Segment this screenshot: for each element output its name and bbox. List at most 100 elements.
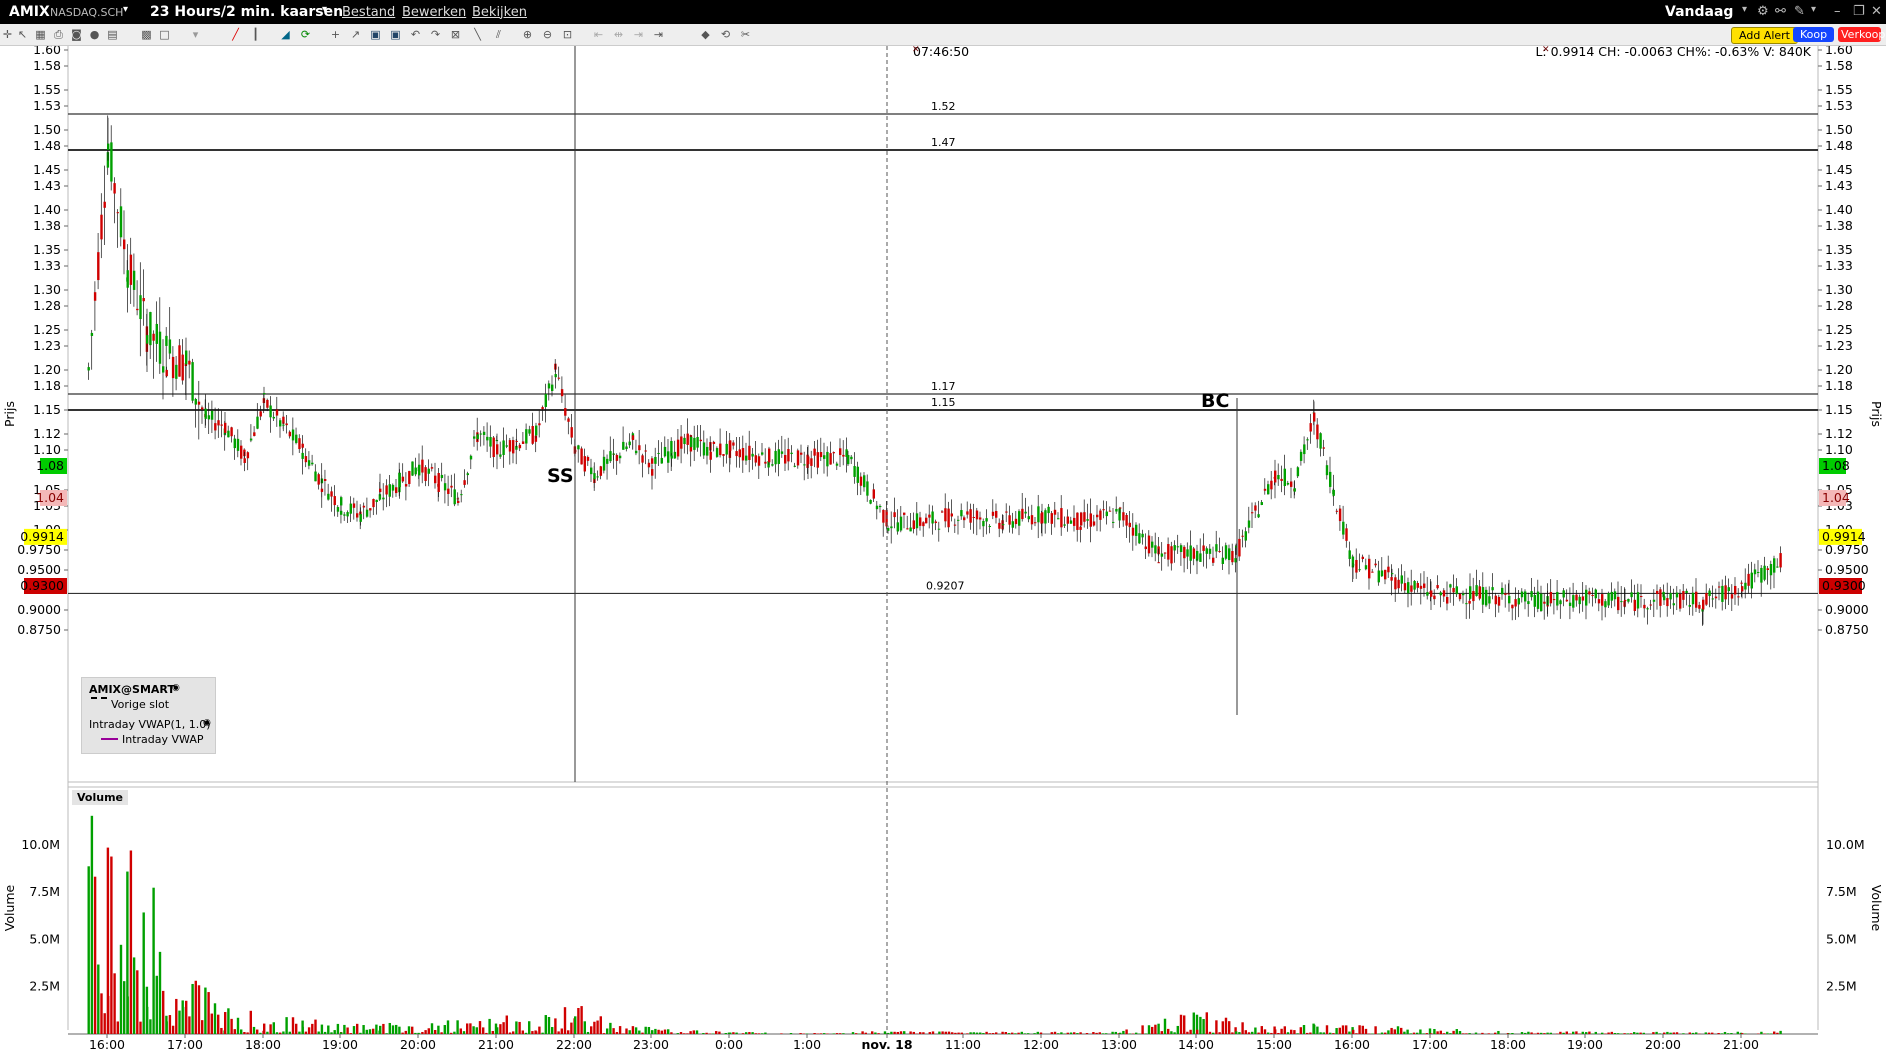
camera-icon[interactable]: ◙ — [71, 29, 82, 40]
candle-body — [903, 512, 906, 515]
sell-button[interactable]: Verkoop — [1838, 27, 1885, 42]
menu-bestand[interactable]: Bestand — [342, 5, 395, 20]
layout-icon[interactable]: ▩ — [141, 29, 152, 40]
candle-body — [982, 521, 985, 527]
candle-body — [1112, 521, 1115, 523]
buy-button[interactable]: Koop — [1793, 27, 1835, 42]
candle-body — [803, 464, 806, 466]
candle-body — [1141, 533, 1144, 538]
area-chart-icon[interactable]: ◢ — [280, 29, 291, 40]
volume-bar — [1205, 1012, 1208, 1034]
volume-bar — [1425, 1033, 1428, 1034]
candle-body — [683, 437, 686, 445]
channel-tool-icon[interactable]: ⫽ — [493, 29, 504, 40]
volume-bar — [437, 1025, 440, 1034]
candle-body — [686, 433, 689, 445]
menu-bekijken[interactable]: Bekijken — [472, 5, 527, 20]
text-tool-icon[interactable]: ▣ — [370, 29, 381, 40]
volume-bar — [100, 993, 103, 1034]
close-icon[interactable]: ✕ — [1871, 4, 1882, 19]
volume-bar — [1283, 1026, 1286, 1034]
crosshair-icon[interactable]: ✛ — [2, 29, 13, 40]
volume-bar — [330, 1032, 333, 1034]
candle-body — [859, 476, 863, 486]
volume-bar — [1776, 1032, 1779, 1034]
volume-bar — [1672, 1032, 1675, 1034]
candle-body — [463, 480, 466, 485]
bar-chart-icon[interactable]: ┃ — [250, 29, 261, 40]
candle-body — [1705, 592, 1708, 605]
restore-icon[interactable]: ❐ — [1853, 4, 1865, 19]
period-selector[interactable]: 23 Hours/2 min. kaarsen — [150, 4, 343, 20]
print-icon[interactable]: ⎙ — [53, 29, 64, 40]
symbol-label[interactable]: AMIX — [9, 4, 50, 20]
add-alert-button[interactable]: Add Alert — [1731, 27, 1798, 44]
time-tick-label: 21:00 — [1723, 1037, 1759, 1052]
refresh-icon[interactable]: ⟳ — [300, 29, 311, 40]
candle-body — [1332, 489, 1335, 496]
period-dropdown-icon[interactable]: ▾ — [322, 4, 327, 15]
volume-bar — [1533, 1033, 1536, 1034]
cursor-icon[interactable]: ↖ — [17, 29, 28, 40]
volume-bar — [1741, 1033, 1744, 1034]
study-settings-icon[interactable]: ◉ — [203, 718, 211, 728]
range-dropdown-icon[interactable]: ▾ — [1742, 4, 1747, 15]
volume-bar — [1524, 1032, 1527, 1034]
candle-body — [1115, 508, 1118, 512]
chart-legend[interactable]: AMIX@SMART ◉ Vorige slot Intraday VWAP(1… — [81, 677, 216, 754]
fib-tool-icon[interactable]: ⊠ — [450, 29, 461, 40]
volume-bar — [1299, 1027, 1302, 1034]
scroll-end-icon[interactable]: ⇥ — [653, 29, 664, 40]
zoom-fit-icon[interactable]: ⊡ — [562, 29, 573, 40]
box-tool-icon[interactable]: ▣ — [390, 29, 401, 40]
crosshair-tool-icon[interactable]: + — [330, 29, 341, 40]
line-tool-icon[interactable]: ╲ — [472, 29, 483, 40]
readout-close-icon[interactable]: ✕ — [912, 46, 920, 55]
volume-tick-label-left: 7.5M — [29, 884, 60, 899]
gear-icon[interactable]: ⚙ — [1757, 4, 1769, 19]
volume-bar — [1412, 1032, 1416, 1034]
candle-body — [1779, 553, 1782, 568]
minimize-icon[interactable]: – — [1834, 4, 1841, 19]
candle-body — [699, 439, 702, 442]
link-icon[interactable]: ⚯ — [1775, 4, 1786, 19]
volume-bar — [1358, 1025, 1361, 1034]
chart-canvas[interactable]: 1.601.581.551.531.501.481.451.431.401.38… — [0, 46, 1886, 1057]
pin-icon[interactable]: ✎ — [1794, 4, 1805, 19]
chart-settings-icon[interactable]: ▤ — [107, 29, 118, 40]
volume-bar — [491, 1030, 494, 1034]
wrench-icon[interactable]: ✂ — [740, 29, 751, 40]
candle-body — [1151, 541, 1154, 548]
candle-body — [1257, 514, 1260, 518]
undo-icon[interactable]: ↶ — [410, 29, 421, 40]
zoom-out-icon[interactable]: ⊖ — [542, 29, 553, 40]
candle-body — [819, 452, 823, 458]
record-icon[interactable]: ● — [89, 29, 100, 40]
redo-icon[interactable]: ↷ — [430, 29, 441, 40]
volume-bar — [1572, 1031, 1575, 1034]
menu-bewerken[interactable]: Bewerken — [402, 5, 466, 20]
legend-settings-icon[interactable]: ◉ — [172, 683, 180, 693]
volume-bar — [1183, 1015, 1186, 1034]
scroll-center-icon[interactable]: ⇹ — [613, 29, 624, 40]
pen-icon[interactable]: ╱ — [230, 29, 241, 40]
candle-body — [333, 496, 336, 506]
zoom-in-icon[interactable]: ⊕ — [522, 29, 533, 40]
candle-body — [580, 448, 583, 465]
price-tick-label-left: 0.9000 — [17, 602, 61, 617]
quote-close-icon[interactable]: ✕ — [1542, 46, 1550, 55]
symbol-dropdown-icon[interactable]: ▾ — [123, 4, 128, 15]
scroll-left-icon[interactable]: ⇤ — [593, 29, 604, 40]
select-tool-icon[interactable]: ↗ — [350, 29, 361, 40]
range-selector[interactable]: Vandaag — [1665, 4, 1733, 20]
dropdown-icon[interactable]: ▾ — [190, 29, 201, 40]
window-menu-icon[interactable]: ▾ — [1811, 4, 1816, 15]
candle-body — [132, 270, 136, 290]
volume-bar — [1011, 1032, 1014, 1034]
grid-icon[interactable]: ▦ — [35, 29, 46, 40]
scroll-right-icon[interactable]: ⇥ — [633, 29, 644, 40]
sync-icon[interactable]: ⟲ — [720, 29, 731, 40]
brush-icon[interactable]: ◆ — [700, 29, 711, 40]
time-tick-label: 18:00 — [1490, 1037, 1526, 1052]
window-icon[interactable]: □ — [159, 29, 170, 40]
